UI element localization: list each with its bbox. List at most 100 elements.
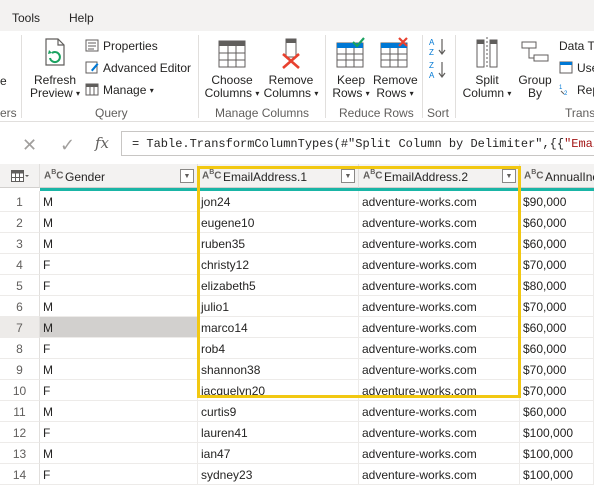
row-number[interactable]: 5 xyxy=(0,275,40,296)
filter-dropdown-icon[interactable]: ▼ xyxy=(502,169,516,183)
cell-email1[interactable]: jon24 xyxy=(198,191,359,212)
cell-email1[interactable]: lauren41 xyxy=(198,422,359,443)
table-menu-button[interactable] xyxy=(0,164,40,188)
cell-income[interactable]: $100,000 xyxy=(520,422,594,443)
filter-dropdown-icon[interactable]: ▼ xyxy=(180,169,194,183)
cell-gender[interactable]: F xyxy=(40,338,198,359)
row-number[interactable]: 1 xyxy=(0,191,40,212)
cell-email1[interactable]: sydney23 xyxy=(198,464,359,485)
cell-email1[interactable]: marco14 xyxy=(198,317,359,338)
column-header-email2[interactable]: ABC EmailAddress.2 ▼ xyxy=(359,164,520,188)
row-number[interactable]: 3 xyxy=(0,233,40,254)
table-row[interactable]: 3 Mruben35 adventure-works.com $60,000 xyxy=(0,233,594,254)
cell-email2[interactable]: adventure-works.com xyxy=(359,380,520,401)
row-number[interactable]: 7 xyxy=(0,317,40,338)
table-row[interactable]: 6 Mjulio1 adventure-works.com $70,000 xyxy=(0,296,594,317)
cell-gender[interactable]: M xyxy=(40,359,198,380)
cell-income[interactable]: $80,000 xyxy=(520,275,594,296)
cell-email1[interactable]: eugene10 xyxy=(198,212,359,233)
use-first-row-button[interactable]: Use xyxy=(559,61,594,75)
cell-email1[interactable]: julio1 xyxy=(198,296,359,317)
table-row[interactable]: 13 Mian47 adventure-works.com $100,000 xyxy=(0,443,594,464)
cell-income[interactable]: $60,000 xyxy=(520,317,594,338)
cell-income[interactable]: $100,000 xyxy=(520,464,594,485)
row-number[interactable]: 6 xyxy=(0,296,40,317)
split-column-button[interactable]: Split Column ▾ xyxy=(461,37,513,100)
cell-email2[interactable]: adventure-works.com xyxy=(359,275,520,296)
cell-income[interactable]: $70,000 xyxy=(520,254,594,275)
cell-email2[interactable]: adventure-works.com xyxy=(359,338,520,359)
column-header-income[interactable]: ABC AnnualInc xyxy=(520,164,594,188)
table-row[interactable]: 2 Meugene10 adventure-works.com $60,000 xyxy=(0,212,594,233)
cell-email1[interactable]: elizabeth5 xyxy=(198,275,359,296)
cell-email1[interactable]: rob4 xyxy=(198,338,359,359)
cell-income[interactable]: $70,000 xyxy=(520,296,594,317)
cell-email2[interactable]: adventure-works.com xyxy=(359,464,520,485)
column-header-email1[interactable]: ABC EmailAddress.1 ▼ xyxy=(198,164,359,188)
cell-email1[interactable]: christy12 xyxy=(198,254,359,275)
table-row[interactable]: 14 Fsydney23 adventure-works.com $100,000 xyxy=(0,464,594,485)
cell-income[interactable]: $70,000 xyxy=(520,359,594,380)
table-row[interactable]: 12 Flauren41 adventure-works.com $100,000 xyxy=(0,422,594,443)
cell-gender[interactable]: M xyxy=(40,317,198,338)
cell-email1[interactable]: curtis9 xyxy=(198,401,359,422)
replace-values-button[interactable]: 12 Rep xyxy=(559,83,594,97)
commit-icon[interactable]: ✓ xyxy=(60,135,75,156)
cell-email2[interactable]: adventure-works.com xyxy=(359,401,520,422)
fx-icon[interactable]: fx xyxy=(95,134,109,152)
cell-email2[interactable]: adventure-works.com xyxy=(359,296,520,317)
cell-income[interactable]: $100,000 xyxy=(520,443,594,464)
cell-email2[interactable]: adventure-works.com xyxy=(359,422,520,443)
cell-income[interactable]: $90,000 xyxy=(520,191,594,212)
cell-email2[interactable]: adventure-works.com xyxy=(359,254,520,275)
cell-gender[interactable]: F xyxy=(40,254,198,275)
remove-columns-button[interactable]: Remove Columns ▾ xyxy=(263,37,319,100)
cell-income[interactable]: $70,000 xyxy=(520,380,594,401)
manage-button[interactable]: Manage ▾ xyxy=(85,83,154,97)
row-number[interactable]: 8 xyxy=(0,338,40,359)
row-number[interactable]: 4 xyxy=(0,254,40,275)
sort-ascending-button[interactable]: A Z xyxy=(428,37,448,60)
table-row[interactable]: 5 Felizabeth5 adventure-works.com $80,000 xyxy=(0,275,594,296)
table-row[interactable]: 8 Frob4 adventure-works.com $60,000 xyxy=(0,338,594,359)
cell-email2[interactable]: adventure-works.com xyxy=(359,191,520,212)
cell-email1[interactable]: ruben35 xyxy=(198,233,359,254)
filter-dropdown-icon[interactable]: ▼ xyxy=(341,169,355,183)
cell-email2[interactable]: adventure-works.com xyxy=(359,443,520,464)
row-number[interactable]: 11 xyxy=(0,401,40,422)
keep-rows-button[interactable]: Keep Rows ▾ xyxy=(330,37,372,100)
cell-gender[interactable]: M xyxy=(40,212,198,233)
table-row[interactable]: 4 Fchristy12 adventure-works.com $70,000 xyxy=(0,254,594,275)
table-row[interactable]: 1 Mjon24 adventure-works.com $90,000 xyxy=(0,191,594,212)
menu-tools[interactable]: Tools xyxy=(12,11,40,25)
cell-gender[interactable]: F xyxy=(40,275,198,296)
row-number[interactable]: 10 xyxy=(0,380,40,401)
properties-button[interactable]: Properties xyxy=(85,39,158,53)
data-type-button[interactable]: Data Ty xyxy=(559,39,594,53)
choose-columns-button[interactable]: Choose Columns ▾ xyxy=(203,37,261,100)
formula-input[interactable]: = Table.TransformColumnTypes(#"Split Col… xyxy=(121,131,594,156)
cell-gender[interactable]: F xyxy=(40,422,198,443)
cell-gender[interactable]: M xyxy=(40,401,198,422)
cell-email1[interactable]: ian47 xyxy=(198,443,359,464)
cell-income[interactable]: $60,000 xyxy=(520,338,594,359)
table-row[interactable]: 9 Mshannon38 adventure-works.com $70,000 xyxy=(0,359,594,380)
cell-income[interactable]: $60,000 xyxy=(520,233,594,254)
row-number[interactable]: 12 xyxy=(0,422,40,443)
row-number[interactable]: 14 xyxy=(0,464,40,485)
group-by-button[interactable]: Group By xyxy=(515,37,555,100)
cell-gender[interactable]: M xyxy=(40,233,198,254)
column-header-gender[interactable]: ABC Gender ▼ xyxy=(40,164,198,188)
cell-email2[interactable]: adventure-works.com xyxy=(359,317,520,338)
table-row[interactable]: 10 Fjacquelyn20 adventure-works.com $70,000 xyxy=(0,380,594,401)
cell-email1[interactable]: shannon38 xyxy=(198,359,359,380)
cell-gender[interactable]: F xyxy=(40,464,198,485)
row-number[interactable]: 9 xyxy=(0,359,40,380)
cell-gender[interactable]: M xyxy=(40,296,198,317)
row-number[interactable]: 13 xyxy=(0,443,40,464)
remove-rows-button[interactable]: Remove Rows ▾ xyxy=(373,37,418,100)
cell-income[interactable]: $60,000 xyxy=(520,401,594,422)
cell-email2[interactable]: adventure-works.com xyxy=(359,233,520,254)
menu-help[interactable]: Help xyxy=(69,11,94,25)
cell-income[interactable]: $60,000 xyxy=(520,212,594,233)
